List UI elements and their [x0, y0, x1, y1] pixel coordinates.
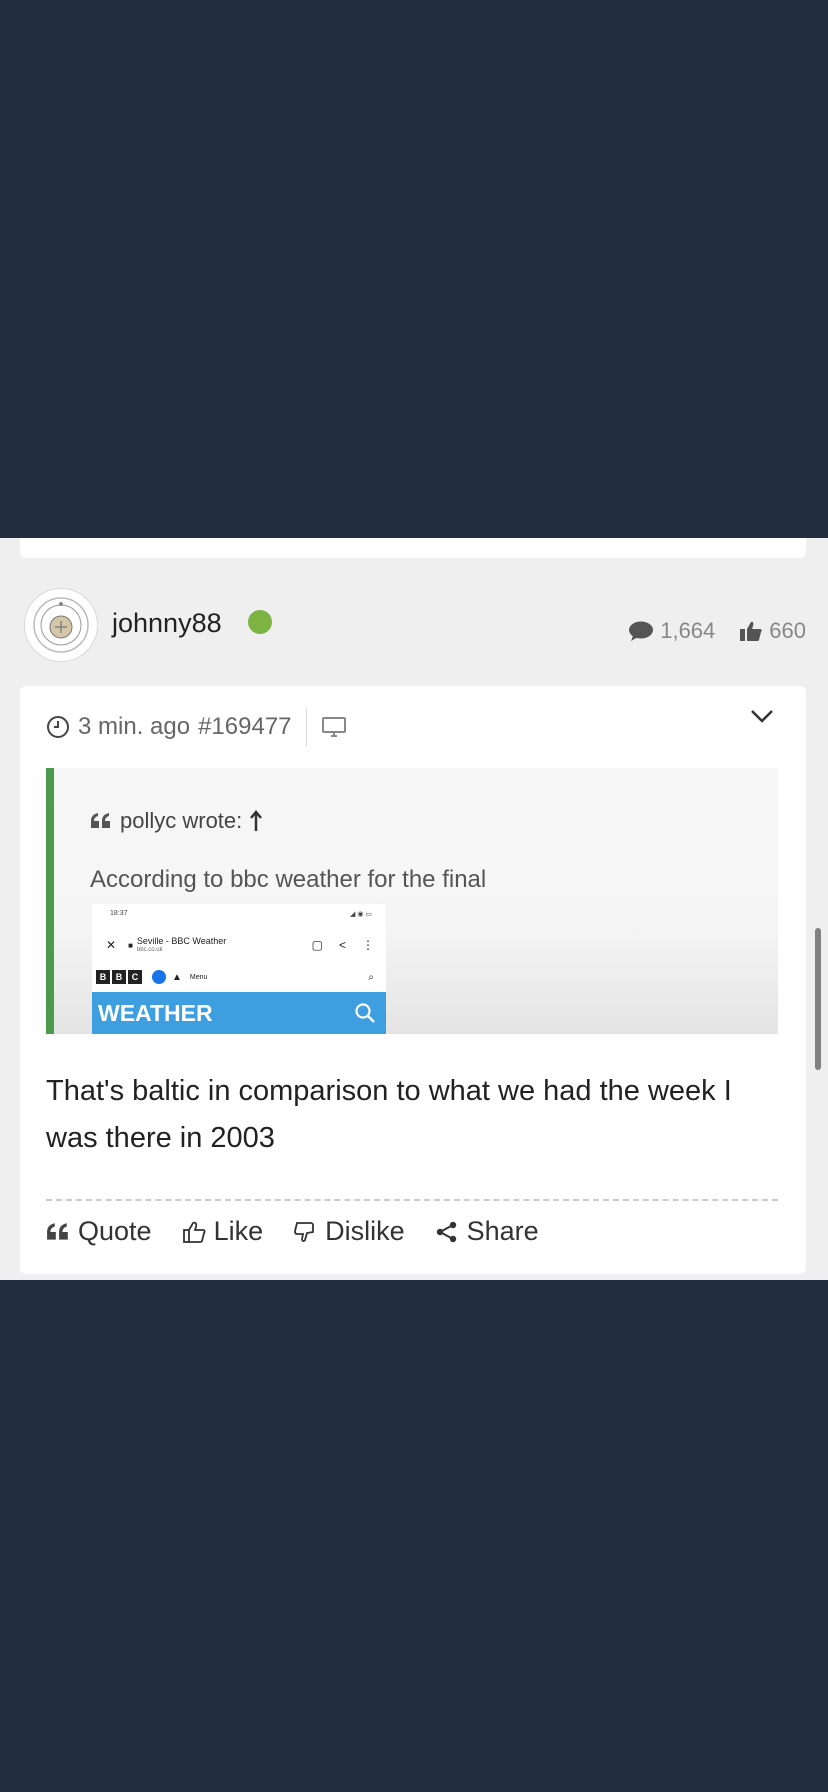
quote-author: pollyc wrote:: [120, 808, 243, 833]
bbc-logo-c: C: [128, 970, 142, 984]
top-dark-area: [0, 0, 828, 538]
screenshot-weather-label: WEATHER: [98, 999, 213, 1026]
post-id-link[interactable]: #169477: [198, 713, 291, 741]
share-button[interactable]: Share: [435, 1216, 539, 1247]
dislike-button[interactable]: Dislike: [293, 1216, 405, 1247]
screenshot-browser-tools: ▢ < ⋮: [312, 938, 374, 952]
screenshot-more-icon: ⋮: [362, 938, 374, 952]
screenshot-weather-banner: WEATHER: [92, 992, 386, 1034]
screenshot-magnifier-icon: [355, 1003, 375, 1023]
quote-block: pollyc wrote: According to bbc weather f…: [46, 768, 778, 1034]
screenshot-close-icon: ✕: [106, 938, 117, 952]
previous-post-card: [20, 538, 806, 558]
club-crest-icon: [33, 597, 89, 653]
screenshot-menu-label: Menu: [189, 973, 208, 981]
thumbs-up-outline-icon: [182, 1221, 206, 1243]
avatar[interactable]: [24, 588, 98, 662]
online-status-dot: [248, 610, 272, 634]
desktop-icon: [321, 717, 346, 737]
post-meta: 3 min. ago #169477: [46, 708, 347, 746]
forum-panel: johnny88 1,664 660 3 min. ago #169477 po…: [0, 538, 828, 1280]
post-body: That's baltic in comparison to what we h…: [46, 1075, 732, 1154]
post-card: 3 min. ago #169477 pollyc wrote: Accordi…: [20, 686, 806, 1274]
screenshot-url: bbc.co.uk: [136, 946, 163, 953]
comments-count: 1,664: [660, 618, 716, 643]
share-icon: [436, 1221, 456, 1242]
screenshot-share-icon: <: [338, 938, 346, 952]
comment-icon: [629, 621, 654, 641]
thumbs-down-outline-icon: [294, 1221, 314, 1242]
share-button-label: Share: [466, 1216, 539, 1246]
bbc-logo-b1: B: [96, 970, 110, 984]
meta-divider: [305, 708, 307, 746]
screenshot-page-title: Seville - BBC Weather bbc.co.uk: [136, 935, 227, 953]
post-time: 3 min. ago: [78, 713, 191, 740]
screenshot-browser-bar: ✕ ■ Seville - BBC Weather bbc.co.uk ▢ < …: [92, 928, 386, 962]
quote-button[interactable]: Quote: [46, 1216, 152, 1247]
screenshot-search-icon: ⌕: [368, 971, 374, 983]
scrollbar-thumb[interactable]: [815, 928, 821, 1070]
quote-text: According to bbc weather for the final: [90, 866, 487, 893]
screenshot-status-icons: ◢ ◉ ▭: [350, 911, 372, 918]
screenshot-account-icon: [152, 970, 166, 984]
quote-header: pollyc wrote:: [90, 808, 263, 834]
screenshot-bbc-nav: B B C ▲ Menu ⌕: [92, 966, 386, 988]
likes-count: 660: [769, 618, 806, 643]
screenshot-bookmark-icon: ▢: [311, 938, 323, 952]
screenshot-title-text: Seville - BBC Weather: [136, 935, 227, 946]
username[interactable]: johnny88: [112, 608, 222, 639]
chevron-down-icon[interactable]: [748, 706, 776, 726]
bbc-logo-b2: B: [112, 970, 126, 984]
actions-divider: [46, 1199, 778, 1201]
screenshot-bell-icon: ▲: [172, 971, 182, 983]
dislike-button-label: Dislike: [325, 1216, 405, 1246]
arrow-up-icon[interactable]: [250, 810, 263, 832]
screenshot-status-time: 18:37: [110, 910, 128, 917]
user-stats: 1,664 660: [628, 618, 806, 644]
screenshot-lock-icon: ■: [128, 940, 133, 950]
like-button[interactable]: Like: [182, 1216, 264, 1247]
quote-button-label: Quote: [78, 1216, 152, 1246]
post-actions: Quote Like Dislike Share: [46, 1216, 539, 1247]
quote-marks-icon: [91, 813, 110, 828]
quote-icon: [47, 1222, 68, 1240]
clock-icon: [47, 716, 69, 738]
bottom-dark-area: [0, 1280, 828, 1792]
like-button-label: Like: [213, 1216, 264, 1246]
quoted-screenshot[interactable]: 18:37 ◢ ◉ ▭ ✕ ■ Seville - BBC Weather bb…: [92, 904, 386, 1034]
thumbs-up-icon: [740, 621, 762, 641]
